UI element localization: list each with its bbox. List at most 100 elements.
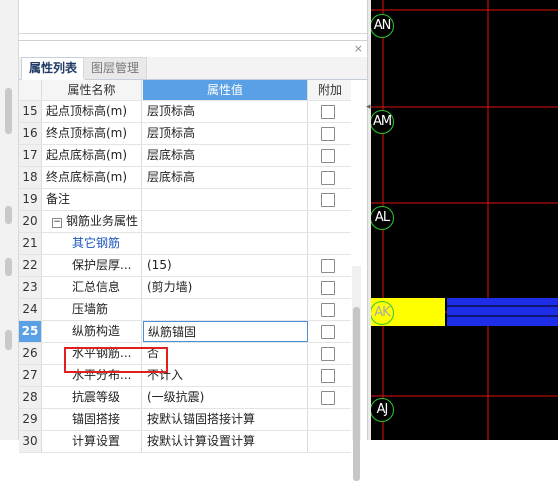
add-cell xyxy=(309,101,351,122)
add-cell xyxy=(309,233,351,254)
row-number: 21 xyxy=(19,233,42,254)
property-name: 汇总信息 xyxy=(42,277,142,298)
add-cell xyxy=(309,145,351,166)
property-value[interactable]: 按默认计算设置计算 xyxy=(143,431,308,452)
add-cell xyxy=(309,189,351,210)
property-value[interactable] xyxy=(143,211,308,232)
add-checkbox[interactable] xyxy=(321,347,335,361)
table-row[interactable]: 16 终点顶标高(m) 层顶标高 xyxy=(19,123,351,145)
add-checkbox[interactable] xyxy=(321,127,335,141)
axis-label-al: AL xyxy=(371,206,394,230)
collapse-toggle-icon[interactable]: − xyxy=(52,218,62,228)
table-row[interactable]: 17 起点底标高(m) 层底标高 xyxy=(19,145,351,167)
row-number: 24 xyxy=(19,299,42,320)
add-checkbox[interactable] xyxy=(321,193,335,207)
property-name: 纵筋构造 xyxy=(42,321,142,342)
property-name: 锚固搭接 xyxy=(42,409,142,430)
wall-blue[interactable] xyxy=(447,298,558,326)
property-value[interactable]: (一级抗震) xyxy=(143,387,308,408)
table-row[interactable]: 21 其它钢筋 xyxy=(19,233,351,255)
property-value[interactable]: 层顶标高 xyxy=(143,101,308,122)
property-name: 其它钢筋 xyxy=(42,233,142,254)
add-checkbox[interactable] xyxy=(321,325,335,339)
collapse-arrow-icon[interactable]: ◂ xyxy=(366,102,371,112)
table-row[interactable]: 18 终点底标高(m) 层底标高 xyxy=(19,167,351,189)
table-row[interactable]: 22 保护层厚... (15) xyxy=(19,255,351,277)
left-knob-c[interactable] xyxy=(5,330,12,350)
left-dock-strip xyxy=(0,0,19,440)
property-value[interactable]: 层底标高 xyxy=(143,145,308,166)
table-row[interactable]: 19 备注 xyxy=(19,189,351,211)
property-value[interactable]: (剪力墙) xyxy=(143,277,308,298)
table-row[interactable]: 29 锚固搭接 按默认锚固搭接计算 xyxy=(19,409,351,431)
table-row[interactable]: 23 汇总信息 (剪力墙) xyxy=(19,277,351,299)
property-value[interactable]: (15) xyxy=(143,255,308,276)
header-name: 属性名称 xyxy=(42,80,142,100)
add-checkbox[interactable] xyxy=(321,281,335,295)
add-cell xyxy=(309,299,351,320)
add-checkbox[interactable] xyxy=(321,259,335,273)
row-number: 25 xyxy=(19,321,42,342)
row-number: 18 xyxy=(19,167,42,188)
axis-label-an: AN xyxy=(371,14,394,38)
add-checkbox[interactable] xyxy=(321,149,335,163)
header-add: 附加 xyxy=(317,83,342,97)
row-number: 17 xyxy=(19,145,42,166)
property-name: 备注 xyxy=(42,189,142,210)
grid-header-row: 属性名称 属性值 附加 xyxy=(19,80,351,101)
property-value[interactable]: 按默认锚固搭接计算 xyxy=(143,409,308,430)
property-value[interactable] xyxy=(143,299,308,320)
close-icon[interactable]: × xyxy=(354,42,363,56)
property-value[interactable]: 层顶标高 xyxy=(143,123,308,144)
properties-panel: × 属性列表 图层管理 属性名称 属性值 附加 15 起点顶标高(m) 层顶标高 16… xyxy=(19,40,367,481)
table-row[interactable]: 24 压墙筋 xyxy=(19,299,351,321)
table-row[interactable]: 25 纵筋构造 纵筋锚固 xyxy=(19,321,351,343)
row-number: 30 xyxy=(19,431,42,452)
red-highlight-annotation xyxy=(64,347,168,373)
table-row[interactable]: 20− 钢筋业务属性 xyxy=(19,211,351,233)
property-value[interactable]: 纵筋锚固 xyxy=(143,321,308,342)
tab-property-list[interactable]: 属性列表 xyxy=(21,57,86,80)
table-row[interactable]: 30 计算设置 按默认计算设置计算 xyxy=(19,431,351,453)
row-number: 22 xyxy=(19,255,42,276)
add-checkbox[interactable] xyxy=(321,391,335,405)
property-value[interactable] xyxy=(143,189,308,210)
axis-label-am: AM xyxy=(371,110,394,134)
row-number: 20 xyxy=(19,211,42,232)
group-label: 钢筋业务属性 xyxy=(66,214,139,228)
property-name: 压墙筋 xyxy=(42,299,142,320)
add-checkbox[interactable] xyxy=(321,171,335,185)
row-number: 19 xyxy=(19,189,42,210)
grid-scrollbar-thumb[interactable] xyxy=(353,307,360,481)
left-scroll-thumb[interactable] xyxy=(5,88,12,134)
add-cell xyxy=(309,321,351,342)
add-checkbox[interactable] xyxy=(321,303,335,317)
property-name: 计算设置 xyxy=(42,431,142,452)
axis-label-ak: AK xyxy=(371,301,394,325)
tab-layer-management[interactable]: 图层管理 xyxy=(83,57,148,79)
row-number: 16 xyxy=(19,123,42,144)
add-checkbox[interactable] xyxy=(321,369,335,383)
row-number: 23 xyxy=(19,277,42,298)
add-cell xyxy=(309,211,351,232)
property-value[interactable] xyxy=(143,233,308,254)
row-number: 27 xyxy=(19,365,42,386)
add-cell xyxy=(309,123,351,144)
panel-tabs: 属性列表 图层管理 xyxy=(19,57,367,80)
table-row[interactable]: 15 起点顶标高(m) 层顶标高 xyxy=(19,101,351,123)
add-checkbox[interactable] xyxy=(321,105,335,119)
cad-canvas[interactable]: AN AM AL AK AJ xyxy=(371,0,558,440)
table-row[interactable]: 28 抗震等级 (一级抗震) xyxy=(19,387,351,409)
row-number: 29 xyxy=(19,409,42,430)
add-cell xyxy=(309,255,351,276)
top-blank-panel xyxy=(19,0,367,34)
property-name: − 钢筋业务属性 xyxy=(42,211,142,232)
left-knob-b[interactable] xyxy=(5,258,12,276)
property-value[interactable]: 层底标高 xyxy=(143,167,308,188)
add-cell xyxy=(309,167,351,188)
left-knob-a[interactable] xyxy=(5,206,12,224)
add-cell xyxy=(309,343,351,364)
header-value: 属性值 xyxy=(143,80,308,100)
axis-label-aj: AJ xyxy=(371,398,394,422)
row-number: 28 xyxy=(19,387,42,408)
